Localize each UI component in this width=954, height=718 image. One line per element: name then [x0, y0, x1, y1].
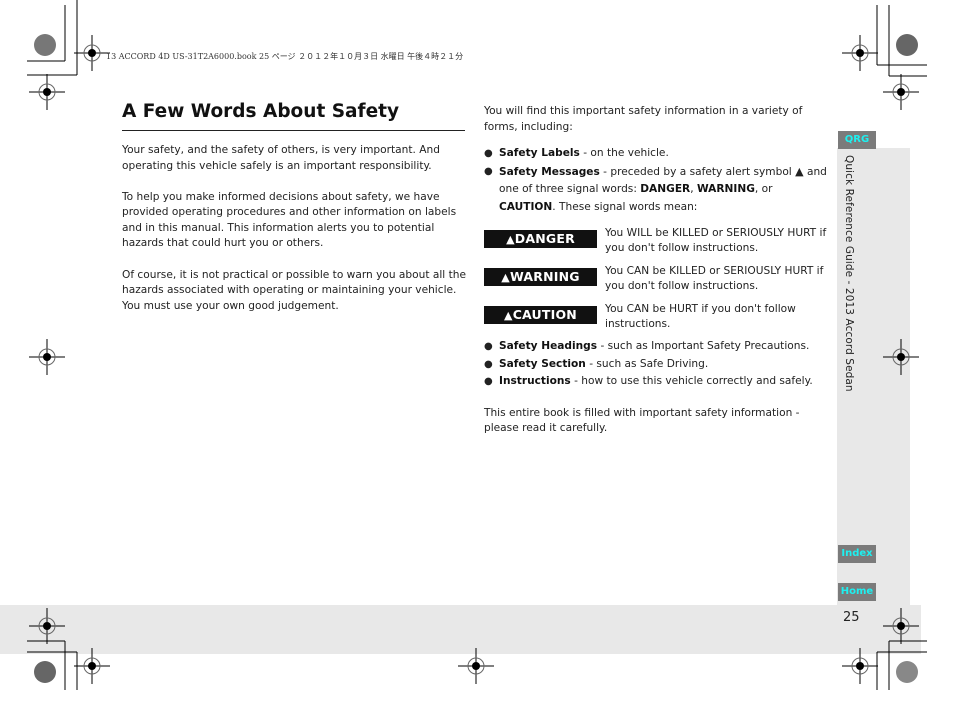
page-number: 25: [843, 610, 860, 625]
bullet-list: Safety Headings - such as Important Safe…: [484, 338, 829, 391]
bullet-text: , or: [754, 183, 773, 196]
bullet-term: Instructions: [499, 375, 571, 388]
sidebar-vertical-title: Quick Reference Guide - 2013 Accord Seda…: [843, 155, 855, 392]
right-column: You will find this important safety info…: [484, 104, 829, 437]
registration-mark-icon: [74, 35, 110, 71]
registration-disc-icon: [34, 34, 56, 56]
left-column: Your safety, and the safety of others, i…: [122, 143, 470, 330]
signal-caution: ▲CAUTION You CAN be HURT if you don't fo…: [484, 300, 829, 338]
bullet-text: - such as Important Safety Precautions.: [597, 340, 810, 353]
paragraph: Your safety, and the safety of others, i…: [122, 144, 440, 172]
signal-word: CAUTION: [499, 200, 553, 213]
registration-mark-icon: [883, 608, 919, 644]
index-tab[interactable]: Index: [838, 545, 876, 563]
registration-mark-icon: [74, 648, 110, 684]
home-tab[interactable]: Home: [838, 583, 876, 601]
signal-word: WARNING: [696, 183, 755, 196]
bullet-text: - how to use this vehicle correctly and …: [570, 375, 813, 388]
bullet-list: Safety Labels - on the vehicle. Safety M…: [484, 145, 829, 216]
danger-badge: ▲DANGER: [484, 230, 597, 249]
warning-triangle-icon: ▲: [506, 233, 515, 247]
bullet-text: - preceded by a safety alert symbol: [599, 165, 796, 178]
bullet-term: Safety Labels: [499, 147, 580, 160]
bullet-term: Safety Section: [499, 357, 586, 370]
signal-description: You CAN be KILLED or SERIOUSLY HURT if y…: [605, 265, 824, 293]
bullet-term: Safety Headings: [499, 340, 598, 353]
signal-description: You WILL be KILLED or SERIOUSLY HURT if …: [605, 227, 827, 255]
list-item: Instructions - how to use this vehicle c…: [484, 373, 829, 391]
signal-warning: ▲WARNING You CAN be KILLED or SERIOUSLY …: [484, 262, 829, 300]
caution-badge: ▲CAUTION: [484, 306, 597, 325]
bullet-text: ,: [690, 183, 697, 196]
closing-text: This entire book is filled with importan…: [484, 406, 800, 435]
signal-danger: ▲DANGER You WILL be KILLED or SERIOUSLY …: [484, 224, 829, 262]
bullet-text: - on the vehicle.: [579, 147, 669, 160]
bullet-term: Safety Messages: [499, 165, 600, 178]
warning-badge: ▲WARNING: [484, 268, 597, 287]
warning-triangle-icon: ▲: [504, 309, 513, 323]
list-item: Safety Section - such as Safe Driving.: [484, 356, 829, 374]
list-item: Safety Labels - on the vehicle.: [484, 145, 829, 163]
print-header: 13 ACCORD 4D US-31T2A6000.book 25 ページ ２０…: [106, 52, 464, 61]
title-rule: [122, 130, 465, 131]
signal-word: DANGER: [640, 183, 691, 196]
paragraph: To help you make informed decisions abou…: [122, 190, 457, 250]
registration-mark-icon: [29, 339, 65, 375]
badge-label: CAUTION: [512, 307, 577, 323]
paragraph: Of course, it is not practical or possib…: [122, 268, 466, 312]
bullet-text: - such as Safe Driving.: [585, 357, 709, 370]
registration-disc-icon: [896, 661, 918, 683]
registration-mark-icon: [842, 648, 878, 684]
safety-alert-icon: ▲: [795, 164, 804, 178]
warning-triangle-icon: ▲: [501, 271, 510, 285]
registration-disc-icon: [896, 34, 918, 56]
signal-description: You CAN be HURT if you don't follow inst…: [605, 303, 796, 331]
registration-mark-icon: [883, 74, 919, 110]
registration-mark-icon: [842, 35, 878, 71]
registration-mark-icon: [29, 608, 65, 644]
list-item: Safety Messages - preceded by a safety a…: [484, 163, 829, 217]
bullet-text: . These signal words mean:: [552, 200, 698, 213]
intro-text: You will find this important safety info…: [484, 105, 803, 133]
registration-disc-icon: [34, 661, 56, 683]
registration-mark-icon: [458, 648, 494, 684]
qrg-tab[interactable]: QRG: [838, 131, 876, 149]
badge-label: WARNING: [509, 269, 580, 285]
list-item: Safety Headings - such as Important Safe…: [484, 338, 829, 356]
registration-mark-icon: [29, 74, 65, 110]
registration-mark-icon: [883, 339, 919, 375]
page-title: A Few Words About Safety: [122, 101, 400, 122]
badge-label: DANGER: [514, 231, 575, 247]
